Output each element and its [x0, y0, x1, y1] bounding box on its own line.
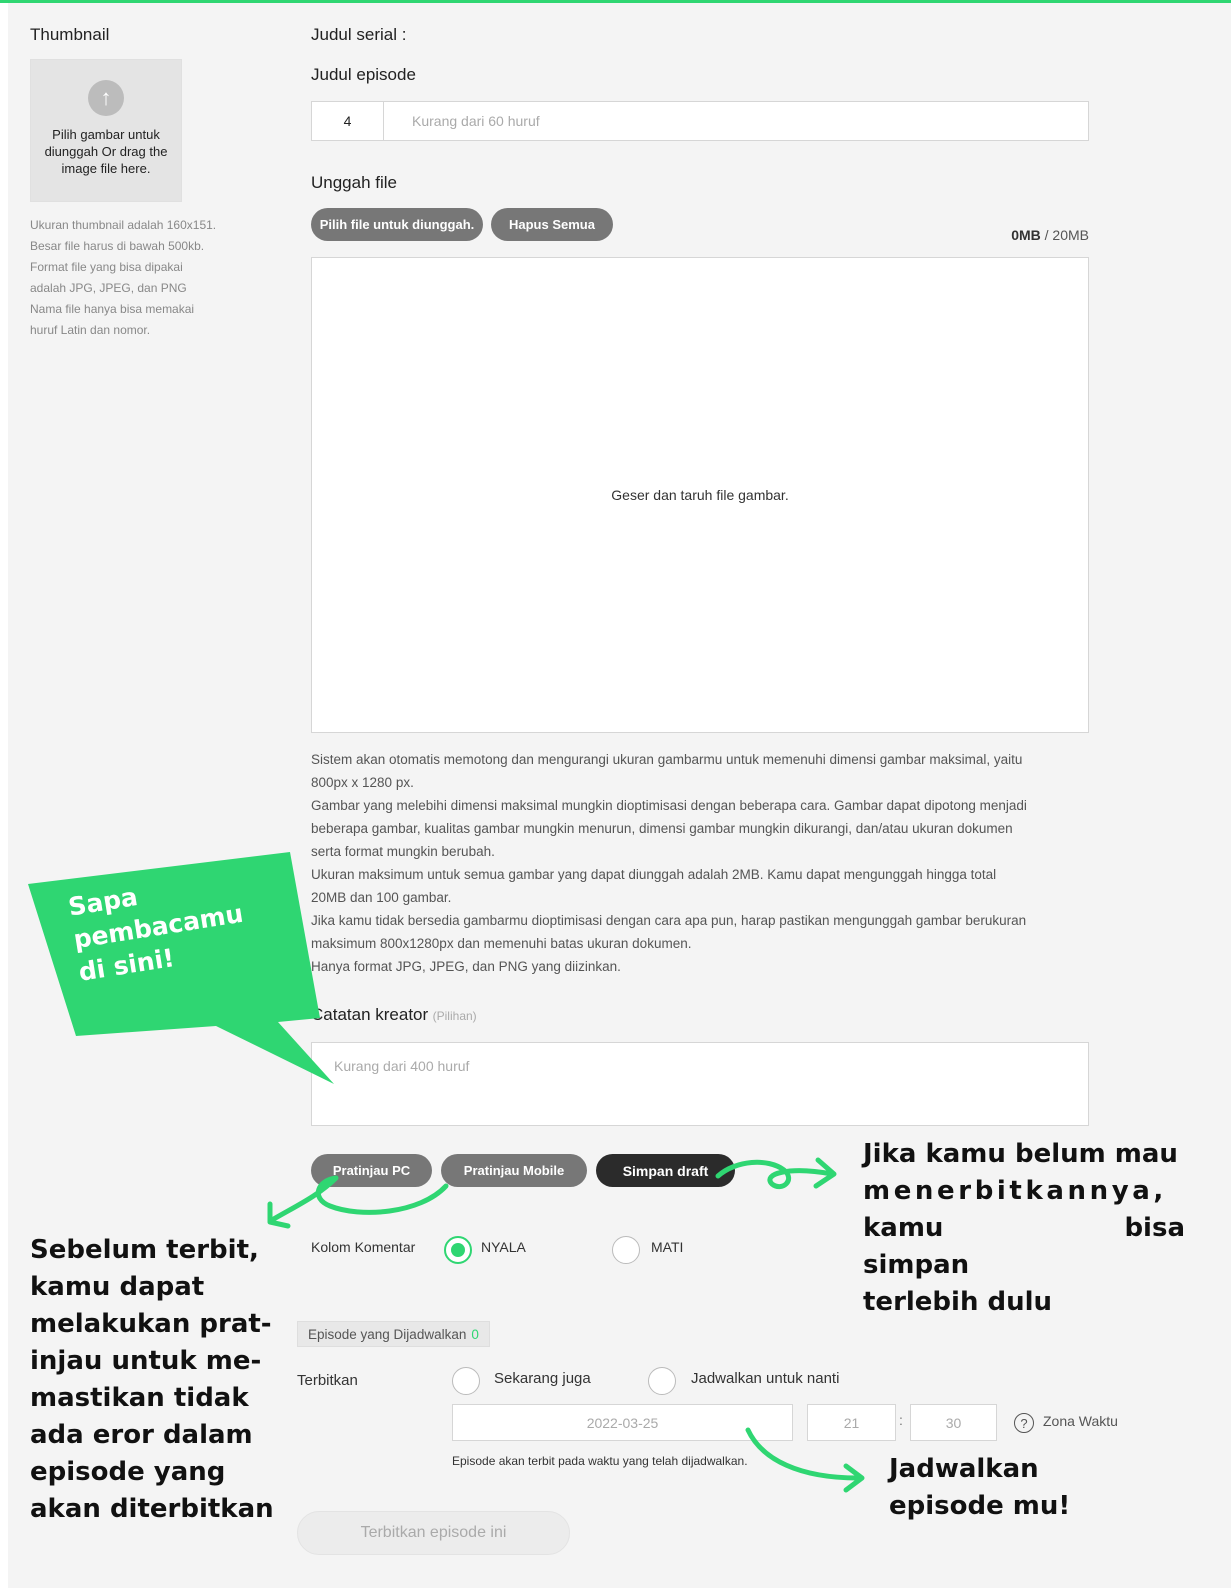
annotation-line: Jadwalkan [889, 1454, 1039, 1484]
creator-note-heading: Catatan kreator (Pilihan) [311, 1005, 477, 1025]
timezone-label[interactable]: Zona Waktu [1043, 1413, 1118, 1429]
upload-info: Sistem akan otomatis memotong dan mengur… [311, 748, 1091, 978]
schedule-minute-input[interactable]: 30 [910, 1404, 997, 1441]
annotation-line: ada eror dalam [30, 1420, 253, 1450]
scheduled-episodes-label: Episode yang Dijadwalkan [308, 1326, 467, 1342]
annotation-line: Jika kamu belum mau [863, 1139, 1178, 1169]
comments-on-label: NYALA [481, 1239, 526, 1255]
annotation-line: terlebih dulu [863, 1287, 1053, 1317]
comments-off-radio[interactable] [612, 1236, 640, 1264]
thumbnail-hint: huruf Latin dan nomor. [30, 323, 151, 337]
schedule-date-input[interactable]: 2022-03-25 [452, 1404, 793, 1441]
schedule-arrow-head [843, 1463, 865, 1493]
publish-now-label: Sekarang juga [494, 1370, 591, 1387]
upload-size-indicator: 0MB / 20MB [980, 227, 1089, 243]
episode-title-input[interactable]: Kurang dari 60 huruf [383, 101, 1089, 141]
scheduled-episodes-tag: Episode yang Dijadwalkan 0 [297, 1321, 490, 1347]
upload-info-line: Sistem akan otomatis memotong dan mengur… [311, 752, 1023, 767]
creator-note-input[interactable]: Kurang dari 400 huruf [311, 1042, 1089, 1126]
top-accent-line [0, 0, 1231, 3]
time-separator: : [899, 1412, 903, 1428]
annotation-line: mastikan tidak [30, 1383, 249, 1413]
episode-number-field[interactable]: 4 [311, 101, 384, 141]
annotation-line: melakukan prat- [30, 1309, 272, 1339]
annotation-line: injau untuk me- [30, 1346, 262, 1376]
delete-all-button[interactable]: Hapus Semua [491, 208, 613, 241]
annotation-line: kamu bisa simpan [863, 1213, 1185, 1280]
comments-on-radio[interactable] [444, 1236, 472, 1264]
preview-pc-button[interactable]: Pratinjau PC [311, 1154, 432, 1187]
upload-info-line: Jika kamu tidak bersedia gambarmu diopti… [311, 913, 1027, 928]
thumbnail-hint: adalah JPG, JPEG, dan PNG [30, 281, 187, 295]
preview-mobile-button[interactable]: Pratinjau Mobile [441, 1154, 587, 1187]
annotation-line: akan diterbitkan [30, 1494, 274, 1524]
thumbnail-hints: Ukuran thumbnail adalah 160x151. Besar f… [30, 215, 250, 341]
thumbnail-upload-area[interactable]: ↑ Pilih gambar untuk diunggah Or drag th… [30, 59, 182, 202]
schedule-later-label: Jadwalkan untuk nanti [691, 1370, 840, 1387]
draft-arrow [715, 1159, 835, 1190]
save-draft-button[interactable]: Simpan draft [596, 1154, 735, 1187]
thumbnail-hint: Nama file hanya bisa memakai [30, 302, 195, 316]
upload-label: Unggah file [311, 173, 398, 192]
publish-episode-button[interactable]: Terbitkan episode ini [297, 1511, 570, 1555]
comments-off-label: MATI [651, 1239, 684, 1255]
radio-selected-dot [451, 1243, 465, 1257]
dropzone-text: Geser dan taruh file gambar. [611, 487, 789, 503]
episode-title-label: Judul episode [311, 65, 416, 84]
publish-timing-label: Terbitkan [297, 1372, 358, 1389]
thumbnail-hint: Format file yang bisa dipakai [30, 260, 183, 274]
series-title-label: Judul serial : [311, 25, 407, 44]
schedule-annotation: Jadwalkan episode mu! [889, 1451, 1070, 1525]
upload-arrow-icon: ↑ [88, 80, 124, 116]
upload-info-line: Ukuran maksimum untuk semua gambar yang … [311, 867, 997, 882]
upload-info-line: beberapa gambar, kualitas gambar mungkin… [311, 821, 1013, 836]
schedule-hour-input[interactable]: 21 [807, 1404, 896, 1441]
upload-info-line: 800px x 1280 px. [311, 775, 414, 790]
annotation-line: Sebelum terbit, [30, 1235, 259, 1265]
upload-info-line: Hanya format JPG, JPEG, dan PNG yang dii… [311, 959, 621, 974]
comments-label: Kolom Komentar [311, 1239, 416, 1255]
upload-size-limit: / 20MB [1040, 227, 1089, 243]
scheduled-episodes-count: 0 [471, 1326, 479, 1342]
choose-file-button[interactable]: Pilih file untuk diunggah. [311, 208, 483, 241]
schedule-later-radio[interactable] [648, 1367, 676, 1395]
annotation-line: episode yang [30, 1457, 226, 1487]
file-dropzone[interactable]: Geser dan taruh file gambar. [311, 257, 1089, 733]
thumbnail-hint: Besar file harus di bawah 500kb. [30, 239, 205, 253]
page-left-edge [0, 0, 8, 1588]
schedule-note: Episode akan terbit pada waktu yang tela… [452, 1454, 748, 1468]
preview-annotation: Sebelum terbit, kamu dapat melakukan pra… [30, 1232, 274, 1528]
thumbnail-hint: Ukuran thumbnail adalah 160x151. [30, 218, 217, 232]
upload-info-line: 20MB dan 100 gambar. [311, 890, 452, 905]
thumbnail-upload-text: Pilih gambar untuk diunggah Or drag the … [44, 127, 168, 176]
publish-now-radio[interactable] [452, 1367, 480, 1395]
preview-arrow-head [267, 1201, 291, 1229]
help-icon[interactable]: ? [1014, 1413, 1034, 1433]
upload-info-line: Gambar yang melebihi dimensi maksimal mu… [311, 798, 1027, 813]
annotation-line: menerbitkannya, [863, 1176, 1167, 1206]
upload-info-line: maksimum 800x1280px dan memenuhi batas u… [311, 936, 692, 951]
upload-size-used: 0MB [1011, 227, 1041, 243]
draft-annotation: Jika kamu belum mau menerbitkannya, kamu… [863, 1136, 1185, 1321]
draft-arrow-head [813, 1157, 837, 1189]
upload-info-line: serta format mungkin berubah. [311, 844, 495, 859]
annotation-line: episode mu! [889, 1491, 1071, 1521]
thumbnail-label: Thumbnail [30, 25, 110, 44]
annotation-line: kamu dapat [30, 1272, 205, 1302]
creator-note-optional: (Pilihan) [432, 1009, 477, 1023]
